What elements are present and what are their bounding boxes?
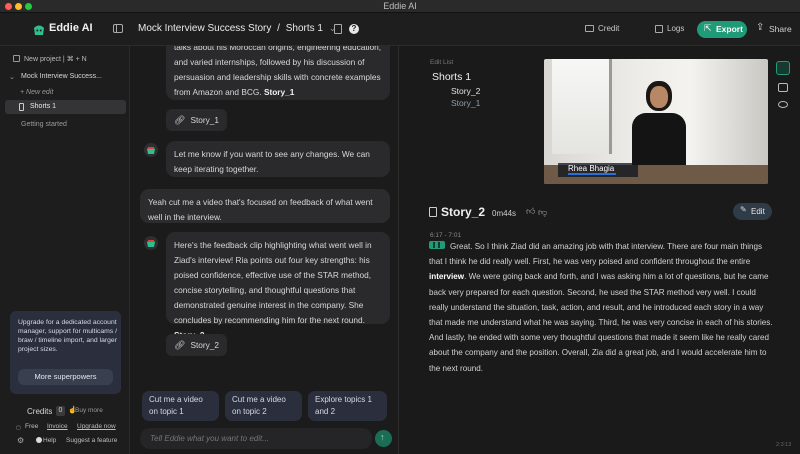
pencil-icon: ✎	[740, 205, 747, 214]
credit-icon	[585, 25, 594, 32]
more-superpowers-button[interactable]: More superpowers	[18, 369, 113, 385]
story-1-chip[interactable]: 🔗︎ Story_1	[166, 109, 228, 131]
thumbs-up-icon[interactable]: 👍︎	[526, 206, 535, 217]
getting-started-link[interactable]: Getting started	[21, 121, 67, 128]
image-view-icon[interactable]	[776, 61, 790, 75]
new-edit-button[interactable]: + New edit	[20, 89, 53, 96]
upgrade-card: Upgrade for a dedicated account manager,…	[10, 311, 121, 394]
gallery-icon[interactable]	[778, 83, 788, 92]
window-frame	[552, 59, 612, 154]
suggest-feature-link[interactable]: Suggest a feature	[66, 437, 117, 444]
new-project-shortcut: ⌘ + N	[66, 56, 87, 63]
assistant-message-story-ref: Story_1	[263, 87, 295, 97]
help-link[interactable]: Help	[43, 437, 56, 444]
toggle-sidebar-icon[interactable]	[113, 24, 123, 33]
sidebar-edit-label: Shorts 1	[30, 103, 57, 110]
transcript-text: . We were going back and forth, and I wa…	[429, 272, 773, 373]
export-icon: ⇱	[704, 23, 712, 33]
user-message-text: Yeah cut me a video that's focused on fe…	[148, 197, 373, 222]
settings-gear-icon[interactable]: ⚙	[17, 436, 24, 445]
story-2-chip[interactable]: 🔗︎ Story_2	[166, 334, 228, 356]
brand-name: Eddie AI	[49, 22, 93, 34]
eddie-logo-icon	[33, 23, 45, 35]
breadcrumb: Mock Interview Success Story / Shorts 1 …	[138, 23, 336, 34]
chat-input[interactable]	[140, 428, 372, 449]
phone-icon	[19, 103, 24, 111]
link-icon: 🔗︎	[174, 340, 186, 350]
transcript-current-word: interview	[429, 272, 465, 282]
assistant-message-text: Let me know if you want to see any chang…	[174, 149, 370, 174]
sidebar-project-item[interactable]: Mock Interview Success...	[21, 73, 102, 80]
new-project-icon	[13, 55, 20, 62]
assistant-message: talks about his Moroccan origins, engine…	[166, 46, 390, 100]
export-button[interactable]: ⇱ Export	[697, 21, 747, 38]
window-title: Eddie AI	[383, 1, 417, 11]
eddie-avatar-icon	[144, 143, 158, 157]
caption-name: Rhea Bhagia	[568, 164, 615, 173]
edit-button[interactable]: ✎ Edit	[733, 203, 772, 220]
story-1-chip-label: Story_1	[190, 115, 220, 125]
edit-tree-child-story-2[interactable]: Story_2	[451, 86, 480, 96]
sidebar-edit-item[interactable]: Shorts 1	[5, 100, 126, 114]
segment-timecode: 6:17 - 7:01	[430, 232, 462, 239]
export-label: Export	[716, 24, 743, 34]
invoice-link[interactable]: Invoice	[47, 423, 68, 430]
send-button[interactable]: ↑	[375, 430, 392, 447]
top-bar: Eddie AI Mock Interview Success Story / …	[0, 13, 800, 46]
window-titlebar: Eddie AI	[0, 0, 800, 13]
suggestion-chip-2[interactable]: Cut me a video on topic 2	[225, 391, 302, 421]
story-duration: 0m44s	[492, 209, 517, 218]
logs-icon	[655, 25, 663, 33]
transcript[interactable]: Great. So I think Ziad did an amazing jo…	[429, 239, 774, 376]
edit-list-label: Edit List	[430, 59, 454, 66]
new-project-button[interactable]: New project | ⌘ + N	[24, 55, 87, 63]
assistant-message-text: Here's the feedback clip highlighting wh…	[174, 240, 372, 325]
suggestion-chip-3[interactable]: Explore topics 1 and 2	[308, 391, 387, 421]
new-project-label: New project	[24, 56, 61, 63]
share-button[interactable]: Share	[769, 24, 792, 34]
story-2-chip-label: Story_2	[190, 340, 220, 350]
video-preview[interactable]: Rhea Bhagia	[544, 59, 768, 184]
share-icon: ⇪	[756, 22, 765, 33]
edit-panel: Edit List Shorts 1 Story_2 Story_1 Rhea …	[400, 46, 800, 454]
plan-label: Free	[25, 423, 39, 430]
chat-panel: talks about his Moroccan origins, engine…	[131, 46, 399, 454]
send-arrow-icon: ↑	[380, 432, 385, 442]
transcript-text: Great. So I think Ziad did an amazing jo…	[429, 242, 763, 267]
edit-tree-root[interactable]: Shorts 1	[432, 71, 471, 83]
chevron-down-icon[interactable]: ⌄	[9, 73, 15, 81]
assistant-message: Here's the feedback clip highlighting wh…	[166, 232, 390, 340]
document-icon	[429, 207, 437, 217]
credits-label: Credits	[27, 407, 53, 416]
eddie-avatar-icon	[144, 236, 158, 250]
edit-tree-child-story-1[interactable]: Story_1	[451, 98, 480, 108]
story-title: Story_2	[441, 205, 486, 219]
credit-button[interactable]: Credit	[598, 24, 619, 33]
user-message: Yeah cut me a video that's focused on fe…	[140, 189, 390, 223]
breadcrumb-project[interactable]: Mock Interview Success Story	[138, 23, 271, 34]
help-chat-icon	[36, 437, 42, 443]
lower-third-caption: Rhea Bhagia	[558, 163, 638, 177]
plan-icon: ▢	[16, 425, 21, 431]
hide-icon[interactable]	[778, 101, 788, 108]
sidebar: New project | ⌘ + N ⌄ Mock Interview Suc…	[0, 46, 130, 454]
logs-button[interactable]: Logs	[667, 24, 684, 33]
breadcrumb-edit[interactable]: Shorts 1	[286, 23, 323, 34]
help-icon[interactable]: ?	[349, 24, 359, 34]
suggestion-chip-1[interactable]: Cut me a video on topic 1	[142, 391, 219, 421]
upgrade-now-link[interactable]: Upgrade now	[77, 423, 116, 430]
buy-more-link[interactable]: Buy more	[75, 407, 103, 414]
edit-button-label: Edit	[751, 207, 765, 216]
credits-count: 0	[56, 406, 65, 416]
breadcrumb-separator: /	[277, 23, 280, 34]
document-icon[interactable]	[334, 24, 342, 34]
thumbs-down-icon[interactable]: 👎︎	[538, 207, 547, 218]
upgrade-text: Upgrade for a dedicated account manager,…	[18, 319, 117, 353]
assistant-message: Let me know if you want to see any chang…	[166, 141, 390, 177]
link-icon: 🔗︎	[174, 115, 186, 125]
playback-time: 2:3:13	[776, 442, 792, 448]
